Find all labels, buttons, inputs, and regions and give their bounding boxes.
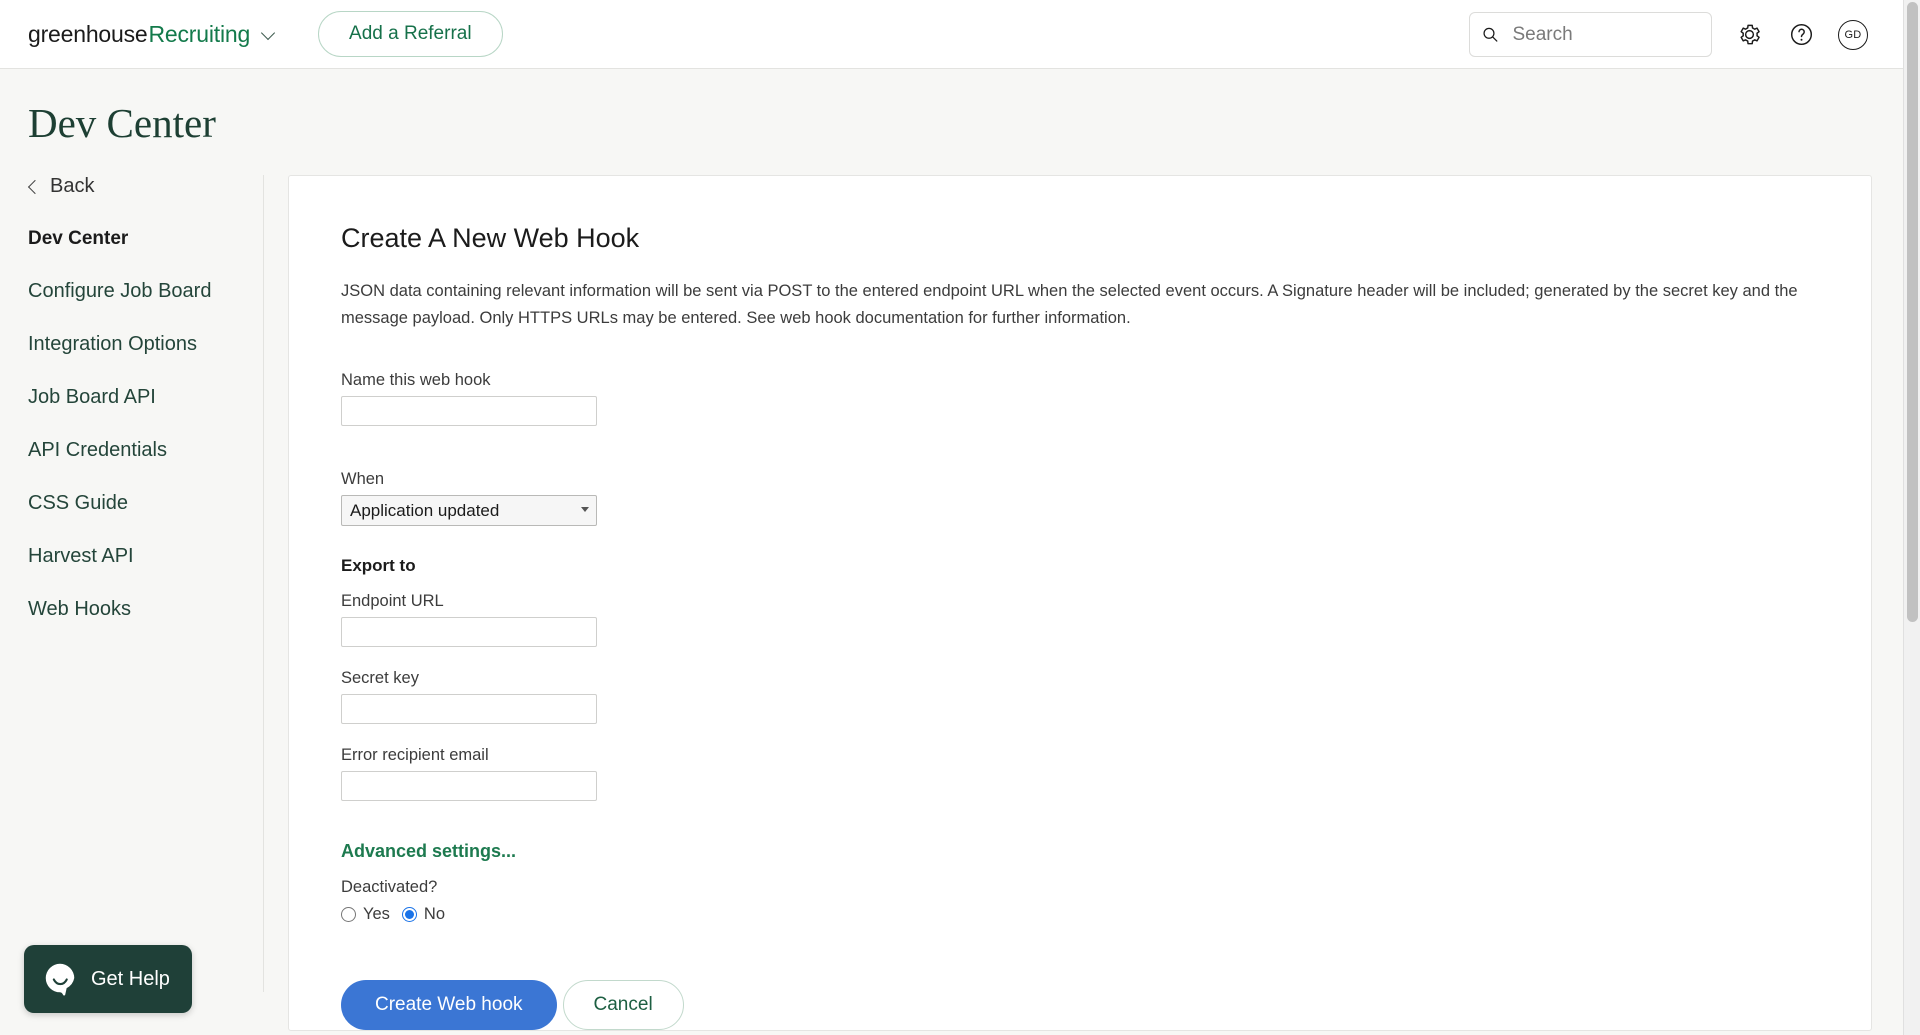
deactivated-no-radio[interactable] bbox=[401, 907, 417, 923]
when-select[interactable]: Application updated bbox=[341, 495, 597, 527]
page-title: Dev Center bbox=[28, 100, 216, 146]
question-circle-icon bbox=[1790, 23, 1812, 46]
field-endpoint-url: Endpoint URL bbox=[341, 592, 1871, 648]
page-scrollbar[interactable] bbox=[1903, 0, 1920, 1035]
name-field-label: Name this web hook bbox=[341, 371, 491, 390]
deactivated-radio-row: Yes No bbox=[341, 905, 1871, 924]
radio-option-yes[interactable]: Yes bbox=[341, 905, 390, 924]
card-description: JSON data containing relevant informatio… bbox=[341, 282, 1798, 327]
create-web-hook-button[interactable]: Create Web hook bbox=[341, 980, 557, 1031]
sidebar-item-integration-options[interactable]: Integration Options bbox=[28, 331, 235, 358]
field-error-recipient-email: Error recipient email bbox=[341, 746, 1871, 802]
field-secret-key: Secret key bbox=[341, 669, 1871, 725]
radio-no-label: No bbox=[423, 905, 446, 924]
sidebar-item-api-credentials[interactable]: API Credentials bbox=[28, 437, 235, 464]
scrollbar-thumb[interactable] bbox=[1907, 2, 1918, 622]
form-actions: Create Web hook Cancel bbox=[341, 980, 1871, 1031]
error-email-input[interactable] bbox=[341, 771, 597, 802]
when-field-label: When bbox=[341, 470, 385, 489]
secret-key-label: Secret key bbox=[341, 669, 419, 688]
main-content-wrapper: Create A New Web Hook JSON data containi… bbox=[264, 175, 1920, 1032]
chat-smiley-icon bbox=[45, 963, 75, 996]
back-link-label: Back bbox=[50, 175, 95, 197]
brand-name-primary: greenhouse bbox=[28, 20, 148, 47]
sidebar-item-web-hooks[interactable]: Web Hooks bbox=[28, 596, 235, 623]
brand-name-secondary: Recruiting bbox=[148, 20, 251, 47]
get-help-label: Get Help bbox=[91, 967, 170, 990]
help-button[interactable] bbox=[1786, 20, 1816, 50]
export-to-section-title: Export to bbox=[341, 556, 416, 576]
secret-key-input[interactable] bbox=[341, 694, 597, 725]
when-select-wrapper: Application updated bbox=[341, 495, 597, 527]
chevron-left-icon bbox=[27, 179, 43, 194]
sidebar-item-configure-job-board[interactable]: Configure Job Board bbox=[28, 278, 235, 305]
field-when: When Application updated bbox=[341, 470, 1871, 527]
deactivated-group: Deactivated? Yes No bbox=[341, 878, 1871, 924]
chevron-down-icon[interactable] bbox=[262, 27, 276, 41]
field-name-this-web-hook: Name this web hook bbox=[341, 371, 1871, 427]
radio-yes-label: Yes bbox=[363, 905, 390, 924]
cancel-button[interactable]: Cancel bbox=[562, 980, 684, 1031]
sidebar-item-dev-center[interactable]: Dev Center bbox=[28, 226, 235, 252]
nav-right-group: GD bbox=[1469, 0, 1868, 69]
deactivated-yes-radio[interactable] bbox=[341, 907, 356, 923]
brand-logo[interactable]: greenhouse Recruiting bbox=[28, 21, 276, 48]
card-heading: Create A New Web Hook bbox=[341, 223, 640, 253]
sidebar-item-css-guide[interactable]: CSS Guide bbox=[28, 490, 235, 517]
deactivated-label: Deactivated? bbox=[341, 878, 438, 897]
sidebar: Back Dev Center Configure Job Board Inte… bbox=[0, 175, 264, 992]
endpoint-url-input[interactable] bbox=[341, 617, 597, 648]
gear-icon bbox=[1739, 24, 1760, 45]
search-box[interactable] bbox=[1469, 12, 1712, 57]
back-link[interactable]: Back bbox=[27, 175, 235, 198]
sidebar-item-harvest-api[interactable]: Harvest API bbox=[28, 543, 235, 570]
radio-option-no[interactable]: No bbox=[401, 905, 446, 924]
avatar[interactable]: GD bbox=[1838, 19, 1868, 50]
name-input[interactable] bbox=[341, 396, 597, 427]
top-navigation-bar: greenhouse Recruiting Add a Referral Sea… bbox=[0, 0, 1920, 69]
settings-button[interactable] bbox=[1734, 20, 1764, 50]
create-web-hook-card: Create A New Web Hook JSON data containi… bbox=[288, 175, 1872, 1032]
search-icon bbox=[1483, 27, 1498, 42]
sidebar-item-job-board-api[interactable]: Job Board API bbox=[28, 384, 235, 411]
page-layout: Back Dev Center Configure Job Board Inte… bbox=[0, 147, 1920, 1032]
get-help-widget[interactable]: Get Help bbox=[24, 945, 192, 1013]
endpoint-url-label: Endpoint URL bbox=[341, 592, 444, 611]
search-input[interactable] bbox=[1510, 22, 1699, 47]
error-email-label: Error recipient email bbox=[341, 746, 489, 765]
advanced-settings-link[interactable]: Advanced settings... bbox=[341, 841, 516, 862]
add-referral-button[interactable]: Add a Referral bbox=[318, 11, 503, 57]
